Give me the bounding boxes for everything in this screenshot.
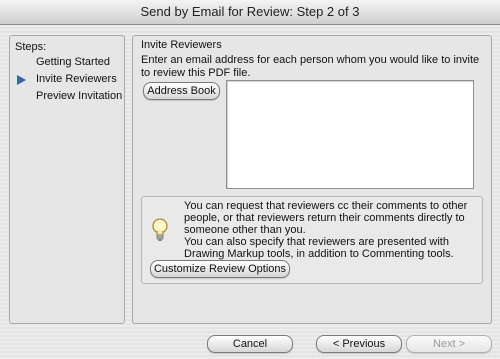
- step-invite-reviewers: Invite Reviewers: [36, 73, 117, 85]
- window-title: Send by Email for Review: Step 2 of 3: [0, 0, 500, 25]
- steps-panel: Steps: Getting Started Invite Reviewers …: [9, 35, 125, 324]
- instructions-text: Enter an email address for each person w…: [141, 54, 480, 79]
- steps-title: Steps:: [15, 41, 47, 53]
- tip-text: You can request that reviewers cc their …: [184, 200, 476, 260]
- lightbulb-icon: [152, 218, 168, 241]
- customize-review-options-button[interactable]: Customize Review Options: [150, 260, 290, 278]
- arrow-right-icon: [17, 75, 26, 85]
- step-getting-started: Getting Started: [36, 56, 110, 68]
- tip-line-2: You can also specify that reviewers are …: [184, 236, 454, 260]
- next-button[interactable]: Next >: [406, 335, 492, 353]
- invite-reviewers-panel: Invite Reviewers Enter an email address …: [132, 35, 492, 324]
- previous-button[interactable]: < Previous: [316, 335, 402, 353]
- cancel-button[interactable]: Cancel: [207, 335, 293, 353]
- section-title: Invite Reviewers: [141, 39, 222, 51]
- reviewer-emails-field[interactable]: [226, 80, 474, 189]
- tip-line-1: You can request that reviewers cc their …: [184, 200, 468, 236]
- address-book-button[interactable]: Address Book: [143, 82, 220, 100]
- step-preview-invitation: Preview Invitation: [36, 90, 123, 102]
- tip-box: You can request that reviewers cc their …: [141, 196, 483, 284]
